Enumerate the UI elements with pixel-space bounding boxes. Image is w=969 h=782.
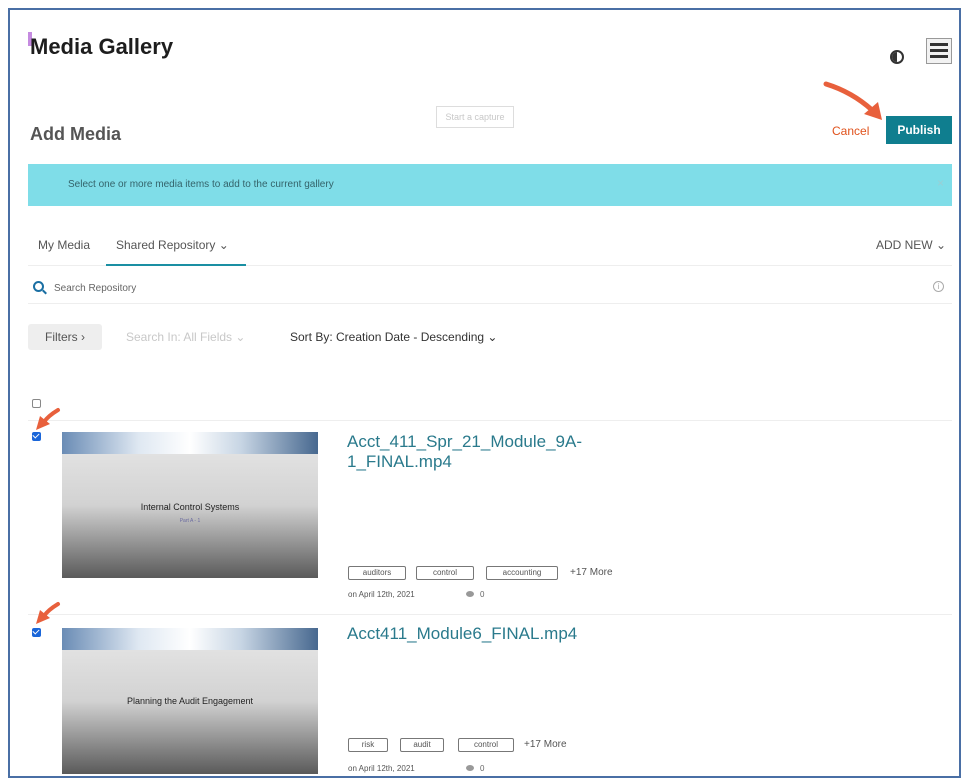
media-title-link[interactable]: Acct_411_Spr_21_Module_9A-1_FINAL.mp4 <box>347 432 667 472</box>
item-checkbox[interactable] <box>32 628 41 637</box>
media-thumbnail[interactable]: Internal Control Systems Part A - 1 <box>62 432 318 578</box>
comment-icon <box>466 765 474 771</box>
filters-button[interactable]: Filters › <box>28 324 102 350</box>
tag[interactable]: auditors <box>348 566 406 580</box>
media-date: on April 12th, 2021 <box>348 590 415 599</box>
item-checkbox[interactable] <box>32 432 41 441</box>
more-tags-link[interactable]: +17 More <box>570 567 613 578</box>
close-icon[interactable]: × <box>937 176 944 190</box>
search-icon <box>33 281 44 292</box>
tab-shared-repository[interactable]: Shared Repository ⌄ <box>116 238 229 252</box>
annotation-arrow-publish <box>823 81 882 120</box>
menu-icon[interactable] <box>926 38 952 64</box>
add-new-dropdown[interactable]: ADD NEW ⌄ <box>876 238 946 252</box>
annotation-arrow-item-2 <box>36 602 60 624</box>
comment-count: 0 <box>480 590 485 599</box>
tab-my-media[interactable]: My Media <box>38 238 90 252</box>
tag[interactable]: audit <box>400 738 444 752</box>
gallery-title: Media Gallery <box>30 34 174 59</box>
thumbnail-subtitle: Part A - 1 <box>179 518 201 524</box>
comment-icon <box>466 591 474 597</box>
info-banner: Select one or more media items to add to… <box>28 164 952 206</box>
divider <box>28 614 952 615</box>
thumbnail-title: Planning the Audit Engagement <box>126 696 254 706</box>
tag[interactable]: accounting <box>486 566 558 580</box>
tag[interactable]: control <box>458 738 514 752</box>
thumbnail-banner <box>62 432 318 454</box>
annotation-arrow-item-1 <box>36 408 60 430</box>
media-title-link[interactable]: Acct411_Module6_FINAL.mp4 <box>347 624 667 644</box>
comment-count: 0 <box>480 764 485 773</box>
tab-bar: My Media Shared Repository ⌄ ADD NEW ⌄ <box>28 228 952 266</box>
info-icon[interactable]: i <box>933 281 944 292</box>
media-thumbnail[interactable]: Planning the Audit Engagement <box>62 628 318 774</box>
media-gallery-window: Media Gallery Add Media Start a capture … <box>8 8 961 778</box>
page-title: Add Media <box>30 124 122 144</box>
divider <box>28 420 952 421</box>
active-tab-indicator <box>106 264 246 266</box>
search-input[interactable] <box>54 278 554 298</box>
more-tags-link[interactable]: +17 More <box>524 739 567 750</box>
cancel-link[interactable]: Cancel <box>832 124 869 138</box>
thumbnail-title: Internal Control Systems <box>140 502 240 512</box>
tag[interactable]: control <box>416 566 474 580</box>
sort-by-dropdown[interactable]: Sort By: Creation Date - Descending ⌄ <box>290 330 497 344</box>
publish-button[interactable]: Publish <box>886 116 952 144</box>
search-in-dropdown[interactable]: Search In: All Fields ⌄ <box>126 330 245 344</box>
info-banner-text: Select one or more media items to add to… <box>68 179 334 190</box>
start-capture-button[interactable]: Start a capture <box>436 106 514 128</box>
search-row: i <box>28 272 952 304</box>
media-date: on April 12th, 2021 <box>348 764 415 773</box>
tag[interactable]: risk <box>348 738 388 752</box>
contrast-icon[interactable] <box>890 50 904 64</box>
thumbnail-banner <box>62 628 318 650</box>
